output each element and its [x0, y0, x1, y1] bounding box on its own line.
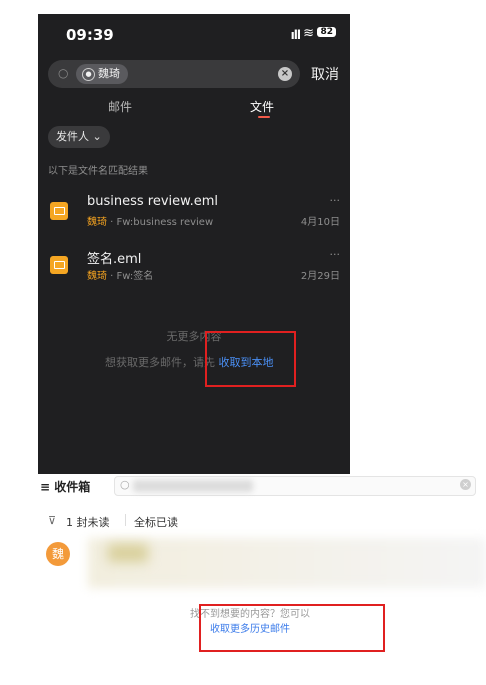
file-subtitle: 魏琦 · Fw:business review: [87, 213, 213, 228]
cancel-button[interactable]: 取消: [311, 64, 339, 84]
more-icon[interactable]: ···: [330, 194, 341, 207]
file-sender: 魏琦: [87, 217, 107, 228]
mobile-screenshot: 09:39 ıll ≋ 82 ○ ● 魏琦 × 取消 邮件 文件 发件人 ⌄ 以下…: [38, 14, 350, 474]
tab-mail[interactable]: 邮件: [108, 98, 132, 115]
search-icon: ○: [120, 478, 130, 491]
signal-icon: ıll: [290, 28, 301, 42]
search-contact-chip[interactable]: ● 魏琦: [76, 64, 128, 84]
wifi-icon: ≋: [303, 26, 314, 41]
file-date: 4月10日: [300, 217, 340, 228]
filter-icon[interactable]: ⊽: [48, 514, 56, 527]
status-time: 09:39: [66, 26, 114, 44]
file-row[interactable]: 签名.eml 魏琦 · Fw:签名 ··· 2月29日: [38, 248, 350, 294]
tab-underline: [258, 116, 270, 118]
inbox-title[interactable]: ≡ 收件箱: [40, 478, 90, 495]
tab-files[interactable]: 文件: [250, 98, 274, 115]
unread-count[interactable]: 1 封未读: [66, 514, 110, 530]
search-chip-label: 魏琦: [98, 67, 120, 80]
fetch-hint-text: 想获取更多邮件，请先: [105, 356, 219, 369]
clear-icon[interactable]: ×: [278, 67, 292, 81]
mark-all-read-button[interactable]: 全标已读: [134, 514, 178, 530]
highlight-box: [205, 331, 296, 387]
search-bar[interactable]: ○ ● 魏琦 ×: [48, 60, 300, 88]
file-sender: 魏琦: [87, 271, 107, 282]
file-subtitle: 魏琦 · Fw:签名: [87, 267, 153, 282]
divider: [125, 514, 126, 526]
person-icon: ●: [82, 67, 95, 81]
highlight-box: [199, 604, 385, 652]
avatar: 魏: [46, 542, 70, 566]
results-hint: 以下是文件名匹配结果: [48, 166, 148, 177]
inbox-screenshot: ≡ 收件箱 ○ × ⊽ 1 封未读 全标已读 魏 找不到想要的内容？您可以 收取…: [38, 474, 486, 685]
file-row[interactable]: business review.eml 魏琦 · Fw:business rev…: [38, 194, 350, 240]
inbox-search-input[interactable]: ○ ×: [114, 476, 476, 496]
blurred-mail-detail: [108, 544, 148, 562]
status-bar: 09:39 ıll ≋ 82: [38, 14, 350, 52]
battery-icon: 82: [317, 27, 336, 37]
no-more-text: 无更多内容: [166, 330, 222, 343]
sender-filter-button[interactable]: 发件人 ⌄: [48, 126, 110, 148]
file-name: business review.eml: [87, 194, 218, 209]
blurred-query: [133, 480, 253, 492]
email-file-icon: [50, 256, 68, 274]
file-name: 签名.eml: [87, 252, 142, 267]
file-subject: · Fw:business review: [107, 217, 214, 228]
file-date: 2月29日: [300, 271, 340, 282]
more-icon[interactable]: ···: [330, 248, 341, 261]
search-icon: ○: [58, 66, 69, 80]
clear-icon[interactable]: ×: [460, 479, 471, 490]
email-file-icon: [50, 202, 68, 220]
file-subject: · Fw:签名: [107, 271, 154, 282]
